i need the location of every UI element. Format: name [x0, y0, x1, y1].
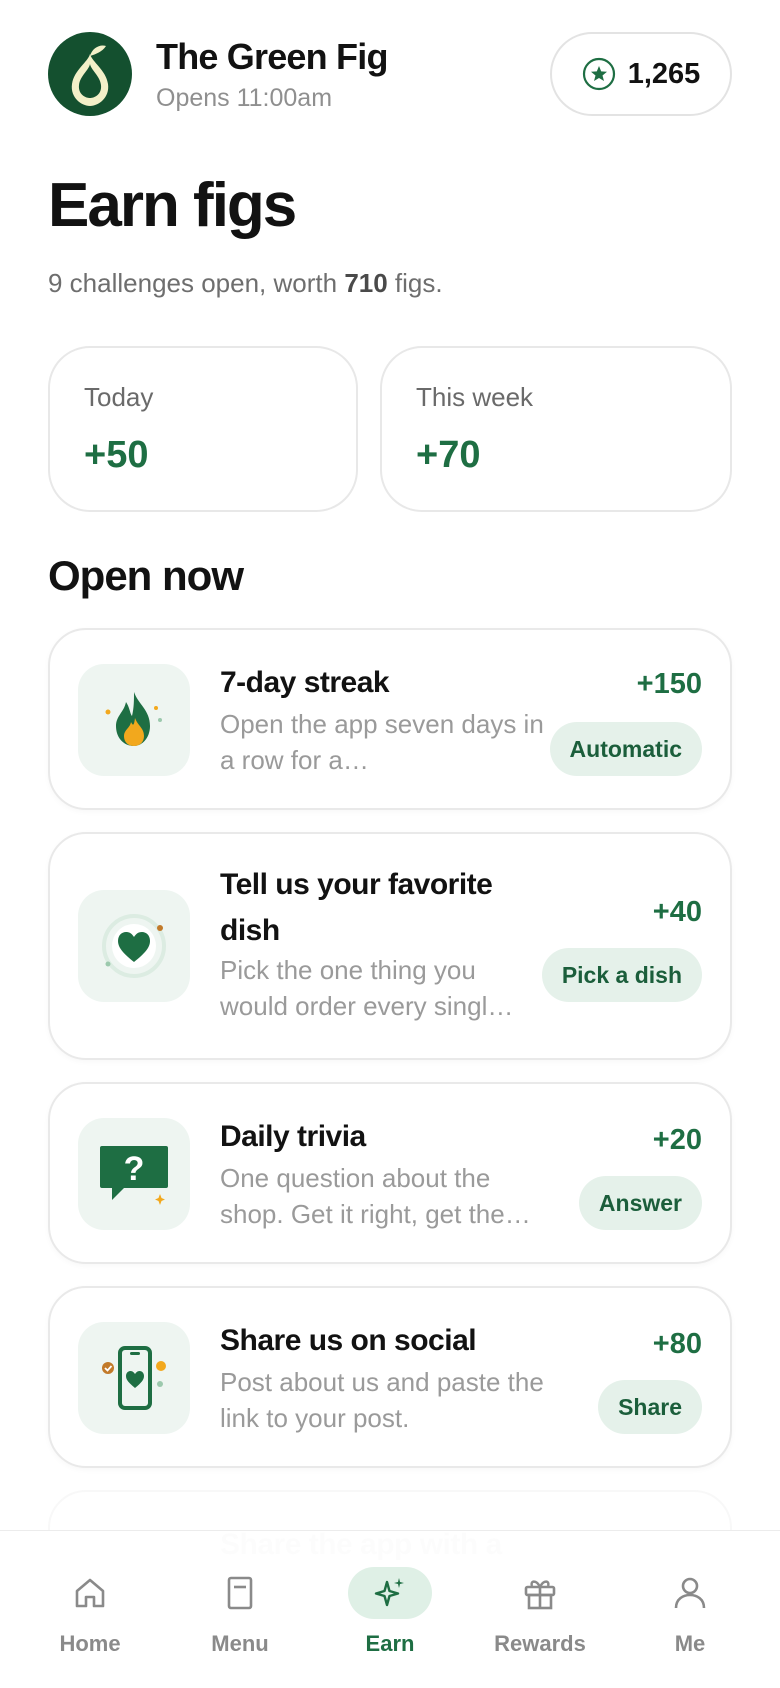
points-value: 1,265: [627, 57, 701, 90]
summary-total: 710: [344, 268, 388, 298]
today-stat-card: Today +50: [48, 346, 358, 512]
challenge-title: Daily trivia: [220, 1120, 366, 1153]
phone-heart-icon: [78, 1322, 190, 1434]
week-stat-card: This week +70: [380, 346, 732, 512]
challenge-description: Post about us and paste the link to your…: [220, 1367, 544, 1433]
automatic-button[interactable]: Automatic: [549, 722, 702, 776]
header: The Green Fig Opens 11:00am 1,265: [48, 32, 732, 116]
nav-label: Menu: [211, 1631, 269, 1656]
points-balance-button[interactable]: 1,265: [550, 32, 732, 116]
nav-rewards[interactable]: Rewards: [470, 1531, 610, 1681]
pick-a-dish-button[interactable]: Pick a dish: [541, 948, 702, 1002]
challenge-reward: +40: [652, 896, 702, 928]
nav-label: Home: [59, 1631, 121, 1656]
bottom-navigation: Home Menu Earn Rewards Me: [0, 1530, 780, 1688]
person-icon: [648, 1567, 732, 1619]
menu-book-icon: [198, 1567, 282, 1619]
week-value: +70: [416, 434, 481, 476]
page-title: Earn figs: [48, 171, 297, 240]
challenge-reward: +80: [652, 1328, 702, 1360]
week-label: This week: [416, 382, 534, 412]
today-label: Today: [84, 382, 154, 412]
flame-icon: [78, 664, 190, 776]
nav-label: Me: [674, 1631, 706, 1656]
share-button[interactable]: Share: [598, 1380, 702, 1434]
heart-icon: [78, 890, 190, 1002]
store-hours: Opens 11:00am: [156, 84, 333, 112]
challenge-card-favorite-dish[interactable]: Tell us your favorite dish Pick the one …: [48, 832, 732, 1060]
star-badge-icon: [582, 57, 615, 91]
fig-logo-icon[interactable]: [48, 32, 132, 116]
section-title: Open now: [48, 552, 244, 599]
nav-menu[interactable]: Menu: [170, 1531, 310, 1681]
nav-me[interactable]: Me: [620, 1531, 760, 1681]
nav-label: Rewards: [494, 1631, 586, 1656]
nav-label: Earn: [365, 1631, 415, 1656]
challenge-card-streak[interactable]: 7-day streak Open the app seven days in …: [48, 628, 732, 810]
gift-icon: [498, 1567, 582, 1619]
brand-name: The Green Fig: [156, 36, 388, 77]
svg-text:?: ?: [124, 1150, 145, 1188]
nav-home[interactable]: Home: [20, 1531, 160, 1681]
challenges-summary: 9 challenges open, worth 710 figs.: [48, 268, 443, 299]
nav-earn[interactable]: Earn: [320, 1531, 460, 1681]
question-chat-icon: ?: [78, 1118, 190, 1230]
challenge-description: One question about the shop. Get it righ…: [220, 1163, 531, 1229]
challenge-card-trivia[interactable]: ? Daily trivia One question about the sh…: [48, 1082, 732, 1264]
challenge-description: Pick the one thing you would order every…: [220, 955, 514, 1021]
challenge-card-social[interactable]: Share us on social Post about us and pas…: [48, 1286, 732, 1468]
challenge-description: Open the app seven days in a row for a…: [220, 709, 544, 775]
challenge-reward: +20: [652, 1124, 702, 1156]
home-icon: [48, 1567, 132, 1619]
challenge-title: Tell us your favorite dish: [220, 868, 493, 947]
summary-suffix: figs.: [387, 268, 443, 298]
today-value: +50: [84, 434, 149, 476]
challenge-title: Share us on social: [220, 1324, 477, 1357]
challenge-reward: +150: [636, 668, 702, 700]
challenge-title: 7-day streak: [220, 666, 390, 699]
answer-button[interactable]: Answer: [578, 1176, 702, 1230]
sparkle-icon: [348, 1567, 432, 1619]
summary-prefix: 9 challenges open, worth: [48, 268, 345, 298]
